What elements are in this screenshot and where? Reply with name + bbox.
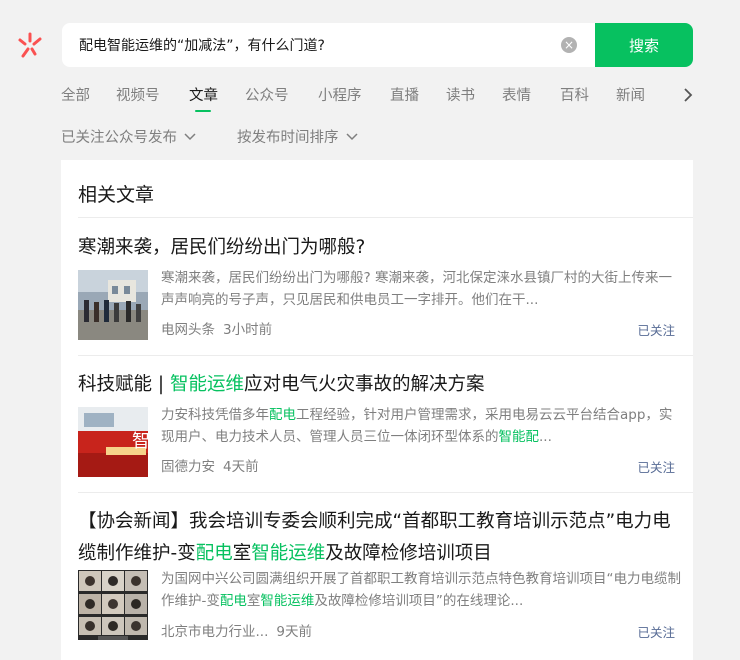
divider xyxy=(78,217,693,218)
article-thumbnail xyxy=(78,270,148,340)
search-bar: × 搜索 xyxy=(62,23,693,67)
article-source[interactable]: 固德力安 xyxy=(161,459,215,475)
text-segment: 及故障检修培训项目”的在线理论... xyxy=(314,593,524,609)
followed-badge[interactable]: 已关注 xyxy=(637,622,675,641)
category-tabs: 全部 视频号 文章 公众号 小程序 直播 读书 表情 百科 新闻 xyxy=(61,84,681,114)
text-segment: 室 xyxy=(232,543,252,564)
text-segment: 应对电气火灾事故的解决方案 xyxy=(244,374,485,395)
article-thumbnail xyxy=(78,570,148,640)
chevron-down-icon xyxy=(345,132,358,140)
results-card: 相关文章 寒潮来袭，居民们纷纷出门为哪般? 寒潮来袭，居民们纷纷出门为哪般? 寒… xyxy=(61,160,693,660)
followed-badge[interactable]: 已关注 xyxy=(637,457,675,476)
section-title: 相关文章 xyxy=(78,184,155,206)
tab-mini-programs[interactable]: 小程序 xyxy=(318,84,362,105)
keyword-highlight: 智能配 xyxy=(498,429,540,445)
article-time: 4天前 xyxy=(223,459,259,475)
chevron-down-icon xyxy=(184,132,196,140)
text-segment: 科技赋能 | xyxy=(78,374,170,395)
tab-articles[interactable]: 文章 xyxy=(189,84,218,112)
filter-followed-label: 已关注公众号发布 xyxy=(61,130,177,146)
text-segment: 寒潮来袭，居民们纷纷出门为哪般? 寒潮来袭，河北保定涞水县镇厂村的大街上传来一声… xyxy=(161,270,672,308)
tab-reading[interactable]: 读书 xyxy=(446,84,475,105)
search-button[interactable]: 搜索 xyxy=(595,23,693,67)
chevron-right-icon[interactable] xyxy=(681,85,695,105)
filter-sort-label: 按发布时间排序 xyxy=(237,130,339,146)
tab-live[interactable]: 直播 xyxy=(390,84,419,105)
article-meta: 北京市电力行业... 9天前 xyxy=(161,620,312,640)
keyword-highlight: 智能运维 xyxy=(170,374,245,395)
clear-search-icon[interactable]: × xyxy=(561,37,577,53)
text-segment: 及故障检修培训项目 xyxy=(325,543,492,564)
active-tab-indicator xyxy=(195,110,211,112)
article-meta: 固德力安 4天前 xyxy=(161,455,259,475)
article-time: 9天前 xyxy=(276,624,312,640)
filter-sort-by-time[interactable]: 按发布时间排序 xyxy=(237,126,358,147)
divider xyxy=(78,355,693,356)
article-title[interactable]: 寒潮来袭，居民们纷纷出门为哪般? xyxy=(78,232,688,264)
keyword-highlight: 配电 xyxy=(219,593,247,609)
keyword-highlight: 智能运维 xyxy=(251,543,326,564)
app-logo-icon[interactable] xyxy=(14,30,46,62)
text-segment: 室 xyxy=(246,593,261,609)
keyword-highlight: 配电 xyxy=(195,543,233,564)
tab-stickers[interactable]: 表情 xyxy=(502,84,531,105)
tab-channels[interactable]: 视频号 xyxy=(116,84,160,105)
keyword-highlight: 智能运维 xyxy=(260,593,315,609)
text-segment: 寒潮来袭，居民们纷纷出门为哪般? xyxy=(78,237,366,258)
keyword-highlight: 配电 xyxy=(269,407,296,423)
divider xyxy=(78,492,693,493)
article-title[interactable]: 科技赋能 | 智能运维应对电气火灾事故的解决方案 xyxy=(78,369,688,401)
article-meta: 电网头条 3小时前 xyxy=(161,318,272,338)
article-title[interactable]: 【协会新闻】我会培训专委会顺利完成“首都职工教育培训示范点”电力电缆制作维护-变… xyxy=(78,506,688,570)
article-source[interactable]: 北京市电力行业... xyxy=(161,624,268,640)
svg-text:智: 智 xyxy=(132,431,148,451)
filter-followed-accounts[interactable]: 已关注公众号发布 xyxy=(61,126,196,147)
text-segment: 力安科技凭借多年 xyxy=(161,407,269,423)
article-thumbnail: 智 xyxy=(78,407,148,477)
search-input[interactable] xyxy=(62,23,595,67)
tab-official-accounts[interactable]: 公众号 xyxy=(245,84,289,105)
article-description: 寒潮来袭，居民们纷纷出门为哪般? 寒潮来袭，河北保定涞水县镇厂村的大街上传来一声… xyxy=(161,267,681,311)
tab-encyclopedia[interactable]: 百科 xyxy=(560,84,589,105)
text-segment: ... xyxy=(539,429,552,445)
article-time: 3小时前 xyxy=(223,322,273,338)
tab-articles-label: 文章 xyxy=(189,88,218,104)
article-description: 力安科技凭借多年配电工程经验，针对用户管理需求，采用电易云云平台结合app，实现… xyxy=(161,404,681,448)
tab-all[interactable]: 全部 xyxy=(61,84,90,105)
article-description: 为国网中兴公司圆满组织开展了首都职工教育培训示范点特色教育培训项目“电力电缆制作… xyxy=(161,568,681,612)
tab-news[interactable]: 新闻 xyxy=(616,84,645,105)
article-source[interactable]: 电网头条 xyxy=(161,322,215,338)
followed-badge[interactable]: 已关注 xyxy=(637,320,675,339)
